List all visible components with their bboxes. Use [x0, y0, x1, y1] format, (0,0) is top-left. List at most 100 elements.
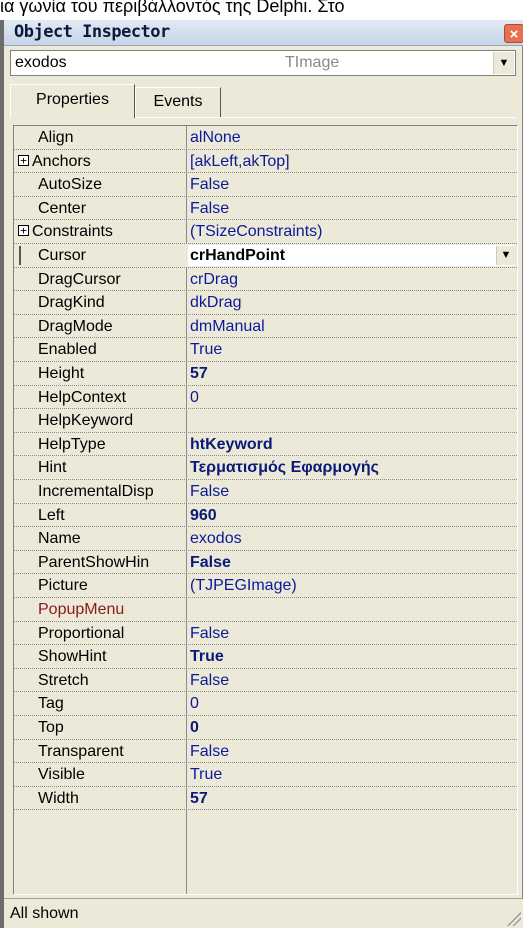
property-row[interactable]: Proportional False [14, 622, 517, 646]
property-value[interactable]: True [190, 766, 222, 784]
property-row[interactable]: Align alNone [14, 126, 517, 150]
property-value[interactable]: 0 [190, 695, 199, 713]
property-name: ParentShowHin [38, 553, 150, 571]
property-name: Tag [38, 695, 64, 713]
property-value[interactable]: (TJPEGImage) [190, 577, 297, 595]
property-value[interactable]: (TSizeConstraints) [190, 223, 322, 241]
property-value[interactable]: False [190, 625, 229, 643]
property-value[interactable]: htKeyword [190, 436, 273, 454]
tab-events[interactable]: Events [135, 87, 221, 117]
resize-grip-icon[interactable] [505, 910, 521, 926]
property-row[interactable]: Hint Τερματισμός Εφαρμογής [14, 456, 517, 480]
property-row[interactable]: AutoSize False [14, 173, 517, 197]
property-name: Width [38, 789, 79, 807]
property-name: Proportional [38, 624, 125, 642]
property-value[interactable]: 57 [190, 790, 208, 808]
selected-object-class: TImage [285, 54, 340, 71]
property-row[interactable]: + Constraints (TSizeConstraints) [14, 220, 517, 244]
property-row[interactable]: HelpType htKeyword [14, 433, 517, 457]
expand-plus-icon[interactable]: + [18, 154, 29, 166]
status-text: All shown [10, 905, 79, 922]
property-value[interactable]: False [190, 483, 229, 501]
property-name: Constraints [32, 223, 113, 241]
property-name: DragMode [38, 317, 113, 335]
property-name: HelpKeyword [38, 412, 134, 430]
property-value[interactable]: False [190, 554, 231, 572]
selection-marker [19, 246, 21, 265]
property-name: Transparent [38, 742, 124, 760]
property-row[interactable]: Stretch False [14, 669, 517, 693]
property-name: IncrementalDisp [38, 483, 154, 500]
background-document-text: ια γωνία του περιβάλλοντός της Delphi. Σ… [0, 0, 345, 16]
property-value[interactable]: False [190, 176, 229, 194]
property-name: Picture [38, 577, 88, 595]
chevron-down-icon[interactable]: ▼ [496, 246, 515, 265]
property-row[interactable]: Cursor crHandPoint ▼ [14, 244, 517, 268]
property-value[interactable]: exodos [190, 530, 242, 548]
property-row[interactable]: Enabled True [14, 338, 517, 362]
status-bar: All shown [4, 898, 523, 928]
property-row[interactable]: Left 960 [14, 504, 517, 528]
property-value[interactable]: crHandPoint [190, 247, 285, 265]
property-row[interactable]: Top 0 [14, 716, 517, 740]
property-value[interactable]: [akLeft,akTop] [190, 153, 290, 171]
close-button[interactable]: × [504, 24, 523, 43]
property-row[interactable]: DragKind dkDrag [14, 291, 517, 315]
property-row[interactable]: IncrementalDisp False [14, 480, 517, 504]
property-name: ShowHint [38, 648, 107, 666]
property-row[interactable]: + Anchors [akLeft,akTop] [14, 150, 517, 174]
property-name: Enabled [38, 341, 97, 359]
property-row[interactable]: HelpContext 0 [14, 386, 517, 410]
property-row[interactable]: Name exodos [14, 527, 517, 551]
property-row[interactable]: ShowHint True [14, 645, 517, 669]
property-value[interactable]: False [190, 672, 229, 690]
property-name: DragCursor [38, 270, 121, 288]
property-value[interactable]: 0 [190, 389, 199, 407]
property-name: DragKind [38, 294, 105, 312]
property-value[interactable]: alNone [190, 129, 241, 147]
property-row[interactable]: DragCursor crDrag [14, 268, 517, 292]
title-bar[interactable]: Object Inspector × [4, 20, 523, 46]
property-row[interactable]: Picture (TJPEGImage) [14, 574, 517, 598]
inspector-tabs: Properties Events [10, 84, 516, 120]
property-name: Height [38, 365, 85, 382]
window-title: Object Inspector [14, 22, 170, 42]
property-value[interactable]: crDrag [190, 271, 238, 289]
property-value[interactable]: 0 [190, 719, 199, 737]
property-row[interactable]: Center False [14, 197, 517, 221]
property-value[interactable]: False [190, 743, 229, 761]
property-name: Name [38, 530, 81, 548]
property-name: Visible [38, 766, 85, 784]
property-name: Cursor [38, 247, 87, 264]
property-grid: Align alNone + Anchors [akLeft,akTop] AutoSiz… [13, 125, 518, 895]
property-name: HelpType [38, 435, 106, 453]
property-name: Left [38, 506, 65, 524]
property-name: Align [38, 129, 74, 146]
property-value[interactable]: True [190, 648, 224, 666]
property-value[interactable]: 57 [190, 365, 208, 383]
tab-properties[interactable]: Properties [10, 84, 135, 118]
property-name: Stretch [38, 671, 89, 689]
property-row[interactable]: Height 57 [14, 362, 517, 386]
expand-plus-icon[interactable]: + [18, 225, 29, 237]
property-row[interactable]: PopupMenu [14, 598, 517, 622]
property-name: Top [38, 719, 64, 736]
property-value[interactable]: False [190, 200, 229, 218]
chevron-down-icon[interactable]: ▼ [493, 52, 514, 74]
property-row[interactable]: DragMode dmManual [14, 315, 517, 339]
object-selector-combo[interactable]: exodos TImage ▼ [10, 50, 516, 76]
property-row[interactable]: Transparent False [14, 740, 517, 764]
property-value[interactable]: 960 [190, 507, 217, 525]
property-row[interactable]: ParentShowHin False [14, 551, 517, 575]
property-value[interactable]: True [190, 341, 222, 359]
property-row[interactable]: Tag 0 [14, 692, 517, 716]
property-value[interactable]: Τερματισμός Εφαρμογής [190, 459, 379, 477]
property-value[interactable]: dmManual [190, 318, 265, 336]
property-name: Center [38, 199, 87, 217]
property-row[interactable]: Width 57 [14, 787, 517, 811]
property-name: PopupMenu [38, 601, 125, 618]
property-row[interactable]: HelpKeyword [14, 409, 517, 433]
property-name: Anchors [32, 152, 91, 170]
property-row[interactable]: Visible True [14, 763, 517, 787]
property-value[interactable]: dkDrag [190, 294, 242, 312]
